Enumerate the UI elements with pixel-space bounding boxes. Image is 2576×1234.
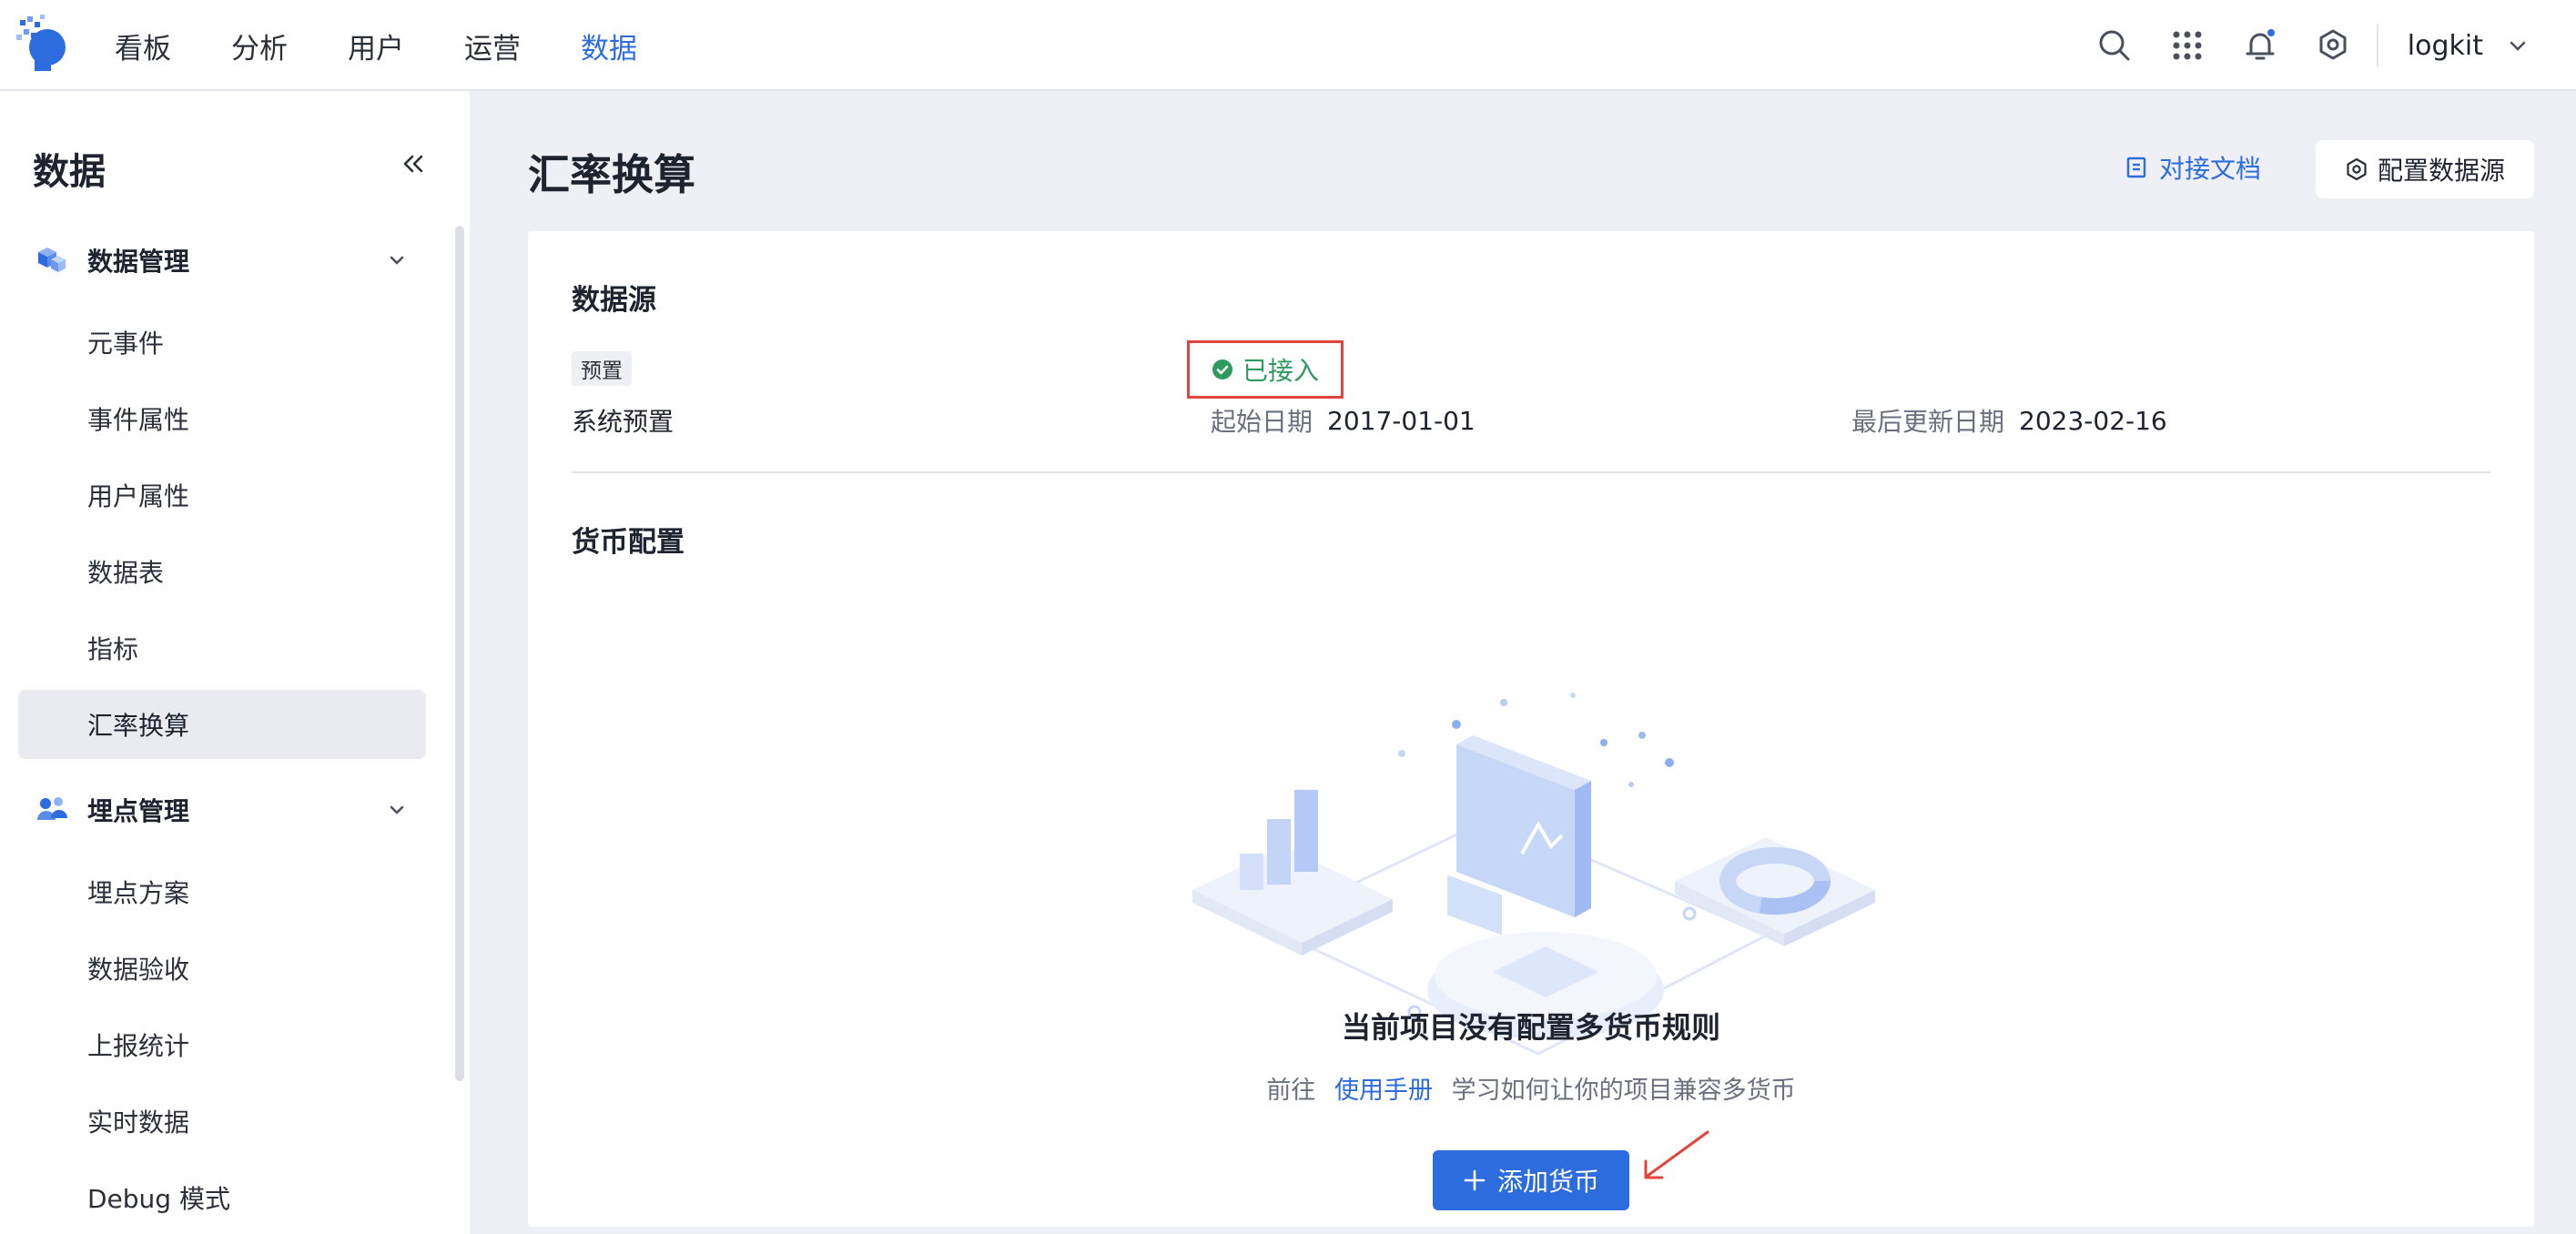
empty-state-title: 当前项目没有配置多货币规则 — [1341, 1010, 1720, 1045]
app-logo-icon[interactable] — [15, 13, 69, 71]
settings-icon — [2347, 157, 2367, 181]
configure-datasource-button[interactable]: 配置数据源 — [2316, 140, 2534, 198]
last-updated-date: 最后更新日期 2023-02-16 — [1851, 402, 2167, 439]
nav-item-data[interactable]: 数据 — [581, 25, 637, 66]
chevron-down-icon — [390, 256, 404, 265]
sidebar-item-user-properties[interactable]: 用户属性 — [18, 460, 426, 530]
bell-icon[interactable] — [2242, 27, 2278, 64]
sidebar-group-label: 数据管理 — [87, 247, 190, 277]
sidebar-item-tracking-plan[interactable]: 埋点方案 — [18, 857, 426, 926]
chevron-down-icon[interactable] — [2507, 35, 2529, 56]
check-circle-icon — [1212, 359, 1232, 379]
empty-hint-prefix: 前往 — [1266, 1077, 1316, 1105]
sidebar-item-realtime-data[interactable]: 实时数据 — [18, 1087, 426, 1156]
section-divider — [572, 471, 2490, 473]
start-date-value: 2017-01-01 — [1327, 405, 1476, 436]
nav-item-dashboard[interactable]: 看板 — [115, 25, 171, 66]
datasource-section-title: 数据源 — [572, 284, 656, 317]
datasource-name: 系统预置 — [572, 407, 674, 437]
user-manual-link[interactable]: 使用手册 — [1334, 1077, 1433, 1105]
nav-item-operations[interactable]: 运营 — [464, 25, 521, 66]
nav-item-analysis[interactable]: 分析 — [231, 25, 288, 66]
last-updated-label: 最后更新日期 — [1851, 407, 2005, 437]
search-icon[interactable] — [2096, 27, 2133, 64]
sidebar-item-event-properties[interactable]: 事件属性 — [18, 384, 426, 453]
configure-datasource-label: 配置数据源 — [2377, 156, 2505, 186]
sidebar-item-exchange-rate[interactable]: 汇率换算 — [18, 690, 426, 759]
chevron-down-icon — [390, 805, 404, 814]
sidebar-item-metrics[interactable]: 指标 — [18, 613, 426, 683]
connection-status-text: 已接入 — [1242, 356, 1320, 386]
start-date-label: 起始日期 — [1211, 407, 1313, 437]
sidebar-item-report-stats[interactable]: 上报统计 — [18, 1010, 426, 1079]
empty-hint-suffix: 学习如何让你的项目兼容多货币 — [1451, 1077, 1796, 1105]
apps-grid-icon[interactable] — [2169, 27, 2206, 64]
sidebar-title: 数据 — [33, 151, 106, 193]
sidebar: 数据 数据管理 元事件 事件属性 用户属性 数据表 指标 汇率换算 埋点管理 埋… — [0, 91, 470, 1234]
sidebar-item-data-tables[interactable]: 数据表 — [18, 537, 426, 606]
last-updated-value: 2023-02-16 — [2019, 405, 2167, 436]
top-navbar: 看板 分析 用户 运营 数据 logkit — [0, 0, 2576, 91]
sidebar-item-debug-mode[interactable]: Debug 模式 — [18, 1163, 426, 1232]
main-nav: 看板 分析 用户 运营 数据 — [115, 0, 697, 91]
collapse-sidebar-icon[interactable] — [399, 149, 428, 178]
connection-status-badge: 已接入 — [1187, 340, 1344, 399]
notification-dot — [2265, 27, 2277, 38]
add-currency-label: 添加货币 — [1496, 1167, 1599, 1197]
sidebar-group-tracking-management[interactable]: 埋点管理 — [0, 775, 470, 845]
integration-docs-link[interactable]: 对接文档 — [2125, 149, 2261, 186]
data-cube-icon — [38, 248, 66, 272]
integration-docs-label: 对接文档 — [2159, 154, 2262, 184]
add-currency-button[interactable]: 添加货币 — [1433, 1150, 1629, 1210]
plus-icon — [1464, 1169, 1486, 1191]
start-date: 起始日期 2017-01-01 — [1211, 402, 1476, 439]
sidebar-group-data-management[interactable]: 数据管理 — [0, 226, 470, 295]
currency-section-title: 货币配置 — [572, 526, 685, 559]
document-icon — [2126, 157, 2146, 178]
settings-icon[interactable] — [2315, 27, 2351, 64]
empty-state-hint: 前往 使用手册 学习如何让你的项目兼容多货币 — [528, 1070, 2534, 1106]
sidebar-item-data-acceptance[interactable]: 数据验收 — [18, 934, 426, 1003]
tracking-people-icon — [37, 797, 67, 820]
annotation-arrow-icon — [1644, 1130, 1709, 1179]
nav-item-users[interactable]: 用户 — [348, 25, 404, 66]
header-divider — [2376, 24, 2378, 67]
user-menu[interactable]: logkit — [2408, 30, 2483, 62]
header-actions: logkit — [2060, 0, 2576, 91]
page-title: 汇率换算 — [528, 150, 695, 199]
sidebar-scrollbar[interactable] — [455, 226, 464, 1081]
sidebar-item-meta-events[interactable]: 元事件 — [18, 308, 426, 377]
content-card: 数据源 预置 系统预置 已接入 起始日期 2017-01-01 最后更新日期 2… — [528, 231, 2534, 1227]
sidebar-group-label: 埋点管理 — [87, 796, 190, 826]
preset-tag: 预置 — [572, 351, 632, 386]
